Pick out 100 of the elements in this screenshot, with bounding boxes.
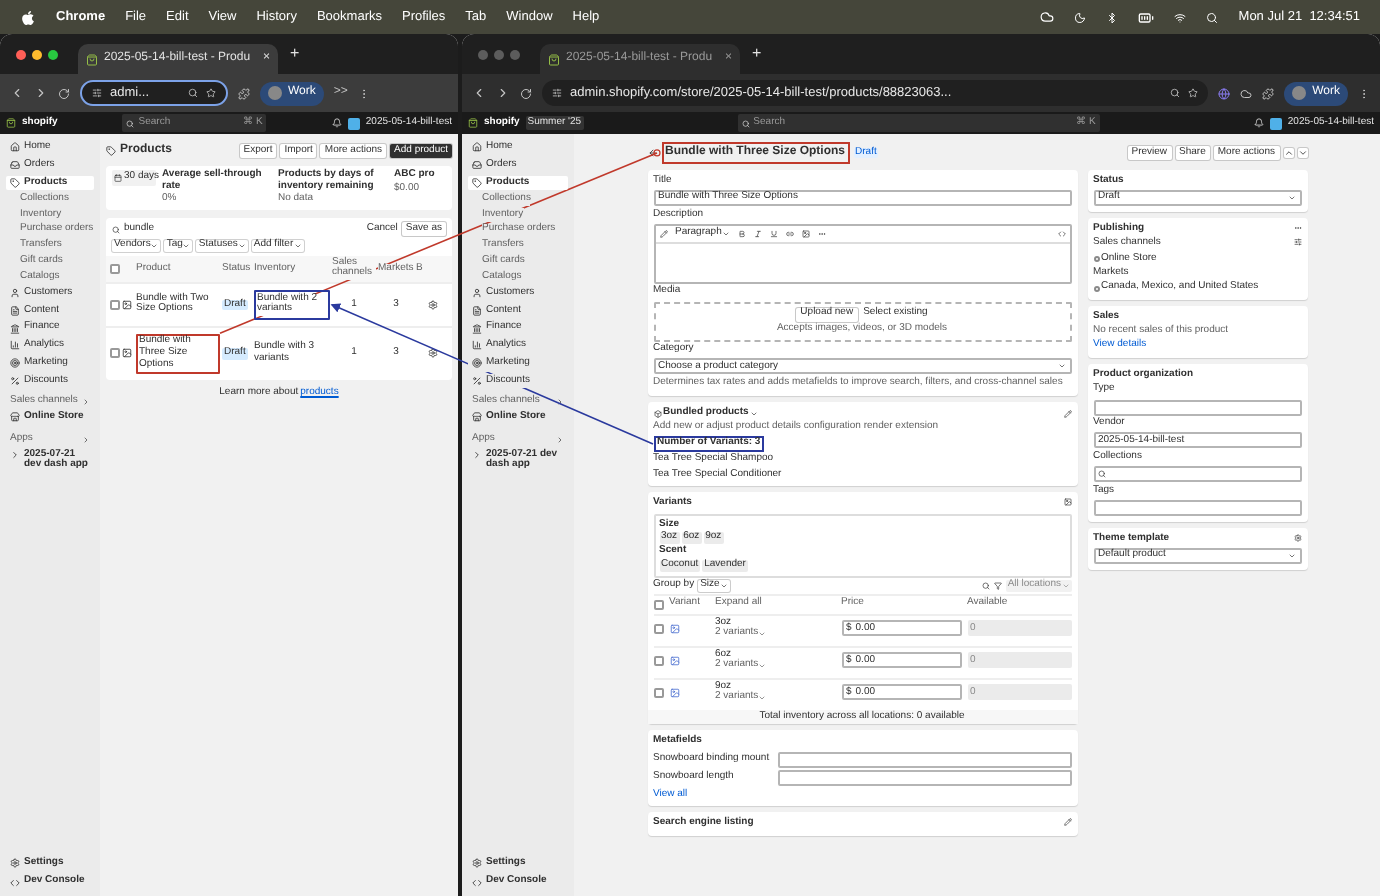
chevron-icon	[472, 449, 482, 459]
checkbox[interactable]	[653, 687, 663, 698]
site-settings-icon	[92, 88, 102, 98]
bag-icon	[86, 53, 98, 65]
new-tab-button[interactable]: +	[752, 42, 762, 66]
gear-icon	[428, 348, 438, 359]
bag-icon	[468, 118, 478, 128]
code-icon	[472, 877, 482, 888]
bar-chart-icon	[472, 340, 482, 351]
house-icon	[10, 142, 20, 153]
checkbox[interactable]	[110, 263, 120, 274]
bluetooth-icon	[1106, 11, 1119, 23]
bank-icon	[10, 323, 20, 334]
tag-icon	[106, 145, 116, 156]
avatar	[268, 86, 282, 100]
image-icon	[669, 623, 679, 634]
back-icon[interactable]	[472, 86, 486, 100]
tag-icon	[10, 177, 20, 188]
checkbox[interactable]	[653, 623, 663, 634]
search-icon	[126, 119, 135, 127]
reload-icon[interactable]	[58, 87, 70, 99]
site-settings-icon	[552, 88, 562, 98]
pencil-icon[interactable]	[1063, 409, 1071, 418]
pencil-icon	[659, 229, 667, 238]
zoom-icon	[188, 88, 198, 98]
next-button[interactable]	[1297, 147, 1307, 158]
document-icon	[472, 305, 482, 316]
star-icon	[206, 88, 216, 98]
input-field[interactable]	[1093, 399, 1301, 416]
search-icon	[112, 225, 120, 234]
cloud-icon	[1040, 10, 1055, 24]
italic-icon[interactable]	[753, 229, 762, 238]
checkbox[interactable]	[653, 599, 663, 610]
image-icon	[122, 299, 132, 310]
pencil-icon[interactable]	[1063, 818, 1071, 827]
input-field[interactable]	[1093, 466, 1301, 483]
back-icon[interactable]	[10, 86, 24, 100]
checkbox[interactable]	[653, 655, 663, 666]
filter-icon[interactable]	[993, 582, 1002, 591]
store-icon	[10, 412, 20, 422]
search-icon	[1098, 470, 1106, 479]
input-field[interactable]	[777, 770, 1071, 787]
tag-icon	[472, 177, 482, 188]
chevron-down-icon	[1297, 147, 1307, 158]
settings-icon	[472, 857, 482, 868]
search-icon	[1206, 11, 1219, 23]
target-icon	[10, 358, 20, 369]
input-field[interactable]	[1093, 499, 1301, 516]
settings-icon	[10, 857, 20, 868]
code-icon[interactable]	[1057, 229, 1065, 238]
inbox-icon	[472, 160, 482, 171]
store-avatar	[347, 117, 360, 129]
person-icon	[472, 288, 482, 299]
link-icon[interactable]	[785, 229, 794, 238]
battery-icon	[1138, 9, 1155, 25]
back-icon[interactable]	[647, 147, 657, 158]
moon-icon	[1074, 11, 1087, 23]
input-field[interactable]	[777, 751, 1071, 768]
bag-icon	[548, 53, 560, 65]
image-icon	[1063, 498, 1071, 507]
bag-icon	[6, 118, 16, 128]
percent-icon	[10, 375, 20, 386]
house-icon	[472, 142, 482, 153]
chevron-up-icon	[1283, 147, 1293, 158]
bar-chart-icon	[10, 340, 20, 351]
settings-icon[interactable]	[1293, 238, 1301, 247]
box-icon	[653, 409, 661, 418]
search-icon[interactable]	[981, 582, 990, 591]
bank-icon	[472, 323, 482, 334]
new-tab-button[interactable]: +	[290, 42, 300, 66]
bell-icon[interactable]	[331, 118, 342, 128]
apple-icon[interactable]	[20, 9, 36, 25]
forward-icon[interactable]	[496, 86, 510, 100]
bell-icon[interactable]	[1253, 118, 1264, 128]
avatar	[1292, 86, 1307, 100]
percent-icon	[472, 375, 482, 386]
calendar-icon	[114, 173, 122, 182]
extension-icon[interactable]	[1240, 87, 1253, 99]
store-avatar	[1269, 117, 1282, 129]
previous-button[interactable]	[1283, 147, 1293, 158]
zoom-icon	[1170, 88, 1181, 98]
wifi-icon	[1174, 11, 1187, 23]
inbox-icon	[10, 160, 20, 171]
image-icon[interactable]	[801, 229, 810, 238]
gear-icon	[428, 299, 438, 310]
underline-icon[interactable]	[769, 229, 778, 238]
extensions-icon[interactable]	[1262, 87, 1275, 99]
person-icon	[10, 288, 20, 299]
extension-icon[interactable]	[1218, 87, 1231, 99]
bold-icon[interactable]	[737, 229, 746, 238]
target-icon	[472, 358, 482, 369]
chevron-icon	[10, 449, 20, 459]
store-icon	[472, 412, 482, 422]
extensions-icon[interactable]	[238, 87, 250, 99]
reload-icon[interactable]	[520, 87, 532, 99]
checkbox[interactable]	[110, 299, 120, 310]
forward-icon[interactable]	[34, 86, 48, 100]
code-icon	[10, 877, 20, 888]
checkbox[interactable]	[110, 348, 120, 359]
gear-icon	[1293, 533, 1301, 542]
